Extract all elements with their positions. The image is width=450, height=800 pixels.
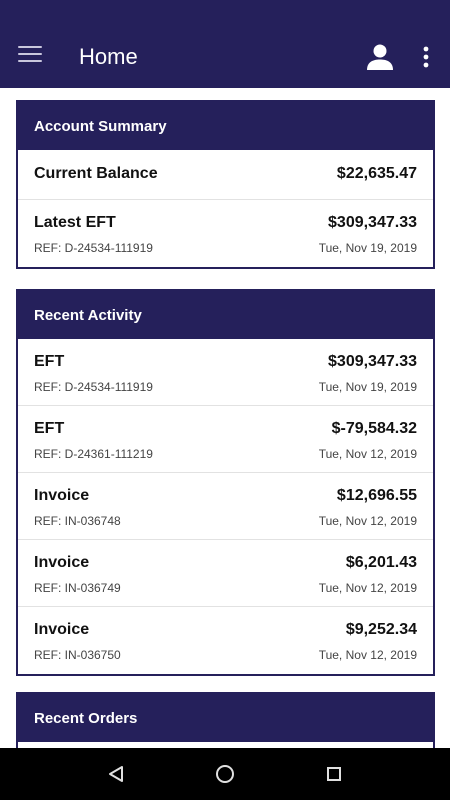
latest-eft-amount: $309,347.33 — [328, 214, 417, 231]
activity-amount: $12,696.55 — [336, 487, 417, 504]
activity-type: EFT — [34, 420, 65, 437]
account-summary-header: Account Summary — [18, 102, 433, 150]
activity-date: Tue, Nov 12, 2019 — [318, 514, 417, 528]
activity-amount: $-79,584.32 — [331, 420, 417, 437]
activity-type: EFT — [34, 353, 65, 370]
recent-activity-header: Recent Activity — [18, 291, 433, 339]
latest-eft-ref: REF: D-24534-111919 — [34, 241, 153, 255]
current-balance-amount: $22,635.47 — [336, 165, 417, 182]
home-content[interactable]: Account Summary Current Balance $22,635.… — [0, 88, 450, 748]
square-recents-icon[interactable] — [322, 762, 346, 786]
activity-type: Invoice — [34, 621, 90, 638]
activity-ref: REF: IN-036750 — [34, 648, 121, 662]
latest-eft-label: Latest EFT — [34, 214, 116, 231]
activity-date: Tue, Nov 19, 2019 — [318, 380, 417, 394]
activity-ref: REF: IN-036749 — [34, 581, 121, 595]
activity-ref: REF: D-24361-111219 — [34, 447, 153, 461]
recent-orders-card: Recent Orders — [16, 692, 435, 748]
app-bar: Home — [0, 0, 450, 88]
current-balance-row[interactable]: Current Balance $22,635.47 — [18, 150, 433, 200]
activity-row[interactable]: Invoice $12,696.55 REF: IN-036748 Tue, N… — [18, 473, 433, 540]
system-nav-bar — [0, 748, 450, 800]
recent-orders-header: Recent Orders — [18, 694, 433, 742]
activity-amount: $309,347.33 — [328, 353, 417, 370]
latest-eft-row[interactable]: Latest EFT $309,347.33 REF: D-24534-1119… — [18, 200, 433, 267]
circle-home-icon[interactable] — [213, 762, 237, 786]
person-icon[interactable] — [366, 44, 394, 70]
latest-eft-date: Tue, Nov 19, 2019 — [318, 241, 417, 255]
account-summary-card: Account Summary Current Balance $22,635.… — [16, 100, 435, 269]
activity-amount: $9,252.34 — [345, 621, 417, 638]
activity-row[interactable]: EFT $309,347.33 REF: D-24534-111919 Tue,… — [18, 339, 433, 406]
activity-amount: $6,201.43 — [345, 554, 417, 571]
activity-type: Invoice — [34, 487, 90, 504]
activity-ref: REF: IN-036748 — [34, 514, 121, 528]
activity-row[interactable]: EFT $-79,584.32 REF: D-24361-111219 Tue,… — [18, 406, 433, 473]
hamburger-menu-icon[interactable] — [18, 46, 42, 66]
activity-date: Tue, Nov 12, 2019 — [318, 581, 417, 595]
activity-row[interactable]: Invoice $9,252.34 REF: IN-036750 Tue, No… — [18, 607, 433, 674]
page-title: Home — [79, 44, 138, 69]
recent-activity-card: Recent Activity EFT $309,347.33 REF: D-2… — [16, 289, 435, 676]
activity-ref: REF: D-24534-111919 — [34, 380, 153, 394]
current-balance-label: Current Balance — [34, 165, 158, 182]
activity-type: Invoice — [34, 554, 90, 571]
more-vertical-icon[interactable] — [419, 46, 433, 68]
activity-date: Tue, Nov 12, 2019 — [318, 447, 417, 461]
activity-row[interactable]: Invoice $6,201.43 REF: IN-036749 Tue, No… — [18, 540, 433, 607]
activity-date: Tue, Nov 12, 2019 — [318, 648, 417, 662]
triangle-back-icon[interactable] — [104, 762, 128, 786]
